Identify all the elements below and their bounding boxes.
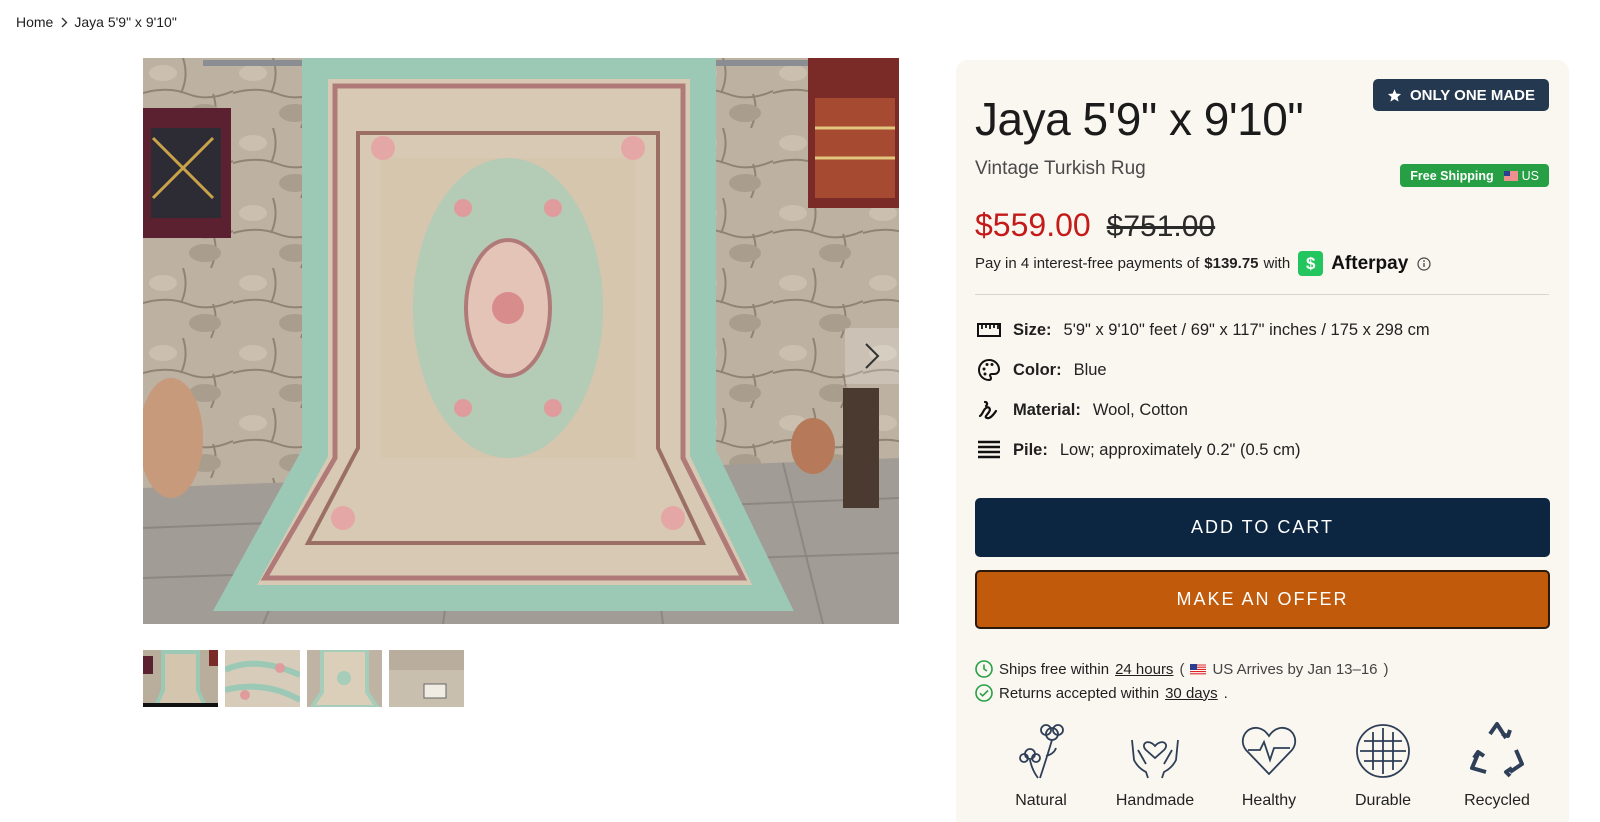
thumbnail-3[interactable] xyxy=(307,650,382,707)
returns-suffix: . xyxy=(1223,684,1228,702)
feature-label: Natural xyxy=(1015,792,1067,809)
product-subtitle: Vintage Turkish Rug xyxy=(975,158,1146,179)
weave-icon xyxy=(1352,720,1414,782)
only-one-made-badge: ONLY ONE MADE xyxy=(1372,79,1549,111)
breadcrumb: Home Jaya 5'9" x 9'10" xyxy=(16,14,177,30)
yarn-icon xyxy=(975,396,1003,424)
product-specs: Size: 5'9" x 9'10" feet / 69" x 117" inc… xyxy=(975,310,1430,470)
flower-icon xyxy=(1010,720,1072,782)
returns-line: Returns accepted within 30 days . xyxy=(975,684,1228,702)
us-flag-icon xyxy=(1190,663,1207,675)
spec-label: Pile: xyxy=(1013,440,1048,459)
next-image-button[interactable] xyxy=(845,328,899,384)
add-to-cart-button[interactable]: ADD TO CART xyxy=(975,498,1550,557)
afterpay-message: Pay in 4 interest-free payments of $139.… xyxy=(975,251,1431,276)
paren-close: ) xyxy=(1383,660,1389,678)
spec-value: Wool, Cotton xyxy=(1092,400,1188,419)
pile-icon xyxy=(975,436,1003,464)
feature-durable: Durable xyxy=(1326,720,1440,810)
feature-handmade: Handmade xyxy=(1098,720,1212,810)
thumbnail-strip xyxy=(143,650,464,707)
ships-24-hours-link[interactable]: 24 hours xyxy=(1115,661,1173,678)
spec-value: 5'9" x 9'10" feet / 69" x 117" inches / … xyxy=(1063,320,1430,339)
palette-icon xyxy=(975,356,1003,384)
feature-healthy: Healthy xyxy=(1212,720,1326,810)
afterpay-amount: $139.75 xyxy=(1204,255,1259,272)
paren-open: ( xyxy=(1179,660,1185,678)
info-icon[interactable] xyxy=(1417,256,1431,271)
free-shipping-badge: Free Shipping US xyxy=(1400,164,1549,187)
check-circle-icon xyxy=(975,684,993,702)
shipping-region: US xyxy=(1521,168,1539,183)
chevron-right-icon xyxy=(865,343,880,369)
hands-heart-icon xyxy=(1124,720,1186,782)
feature-label: Handmade xyxy=(1115,792,1195,809)
chevron-right-icon xyxy=(61,17,68,28)
afterpay-brand: Afterpay xyxy=(1331,252,1409,274)
ships-free-line: Ships free within 24 hours ( US Arrives … xyxy=(975,660,1389,678)
spec-label: Color: xyxy=(1013,360,1062,379)
ships-prefix: Ships free within xyxy=(999,660,1110,678)
feature-label: Durable xyxy=(1354,792,1412,809)
breadcrumb-current: Jaya 5'9" x 9'10" xyxy=(74,14,177,30)
sale-price: $559.00 xyxy=(975,207,1091,243)
star-icon xyxy=(1387,88,1402,102)
ruler-icon xyxy=(975,316,1003,344)
breadcrumb-home-link[interactable]: Home xyxy=(16,14,53,30)
feature-list: Natural Handmade Healthy Durable Recycle… xyxy=(984,720,1554,810)
free-shipping-text: Free Shipping xyxy=(1410,168,1494,183)
spec-material: Material: Wool, Cotton xyxy=(975,390,1430,430)
feature-natural: Natural xyxy=(984,720,1098,810)
feature-label: Healthy xyxy=(1241,792,1297,809)
product-info-panel: ONLY ONE MADE Jaya 5'9" x 9'10" Vintage … xyxy=(956,60,1569,822)
arrival-estimate: US Arrives by Jan 13–16 xyxy=(1212,660,1378,678)
heartbeat-icon xyxy=(1238,720,1300,782)
product-main-image[interactable] xyxy=(143,58,899,624)
feature-recycled: Recycled xyxy=(1440,720,1554,810)
returns-prefix: Returns accepted within xyxy=(999,684,1160,702)
afterpay-with: with xyxy=(1263,255,1291,272)
spec-value: Low; approximately 0.2" (0.5 cm) xyxy=(1059,440,1301,459)
make-offer-button[interactable]: MAKE AN OFFER xyxy=(975,570,1550,629)
spec-color: Color: Blue xyxy=(975,350,1430,390)
spec-label: Material: xyxy=(1013,400,1081,419)
thumbnail-2[interactable] xyxy=(225,650,300,707)
spec-pile: Pile: Low; approximately 0.2" (0.5 cm) xyxy=(975,430,1430,470)
price-row: $559.00 $751.00 xyxy=(975,207,1215,244)
recycle-icon xyxy=(1466,720,1528,782)
us-flag-icon xyxy=(1503,170,1518,181)
product-title: Jaya 5'9" x 9'10" xyxy=(975,93,1304,145)
divider xyxy=(975,294,1549,295)
original-price: $751.00 xyxy=(1106,210,1216,243)
spec-size: Size: 5'9" x 9'10" feet / 69" x 117" inc… xyxy=(975,310,1430,350)
spec-label: Size: xyxy=(1013,320,1052,339)
spec-value: Blue xyxy=(1073,360,1107,379)
only-one-made-text: ONLY ONE MADE xyxy=(1409,86,1535,104)
returns-30-days-link[interactable]: 30 days xyxy=(1165,685,1218,702)
thumbnail-1[interactable] xyxy=(143,650,218,707)
feature-label: Recycled xyxy=(1464,792,1530,809)
afterpay-prefix: Pay in 4 interest-free payments of xyxy=(975,255,1200,272)
clock-icon xyxy=(975,660,993,678)
afterpay-logo-icon: $ xyxy=(1298,251,1324,276)
thumbnail-4[interactable] xyxy=(389,650,464,707)
